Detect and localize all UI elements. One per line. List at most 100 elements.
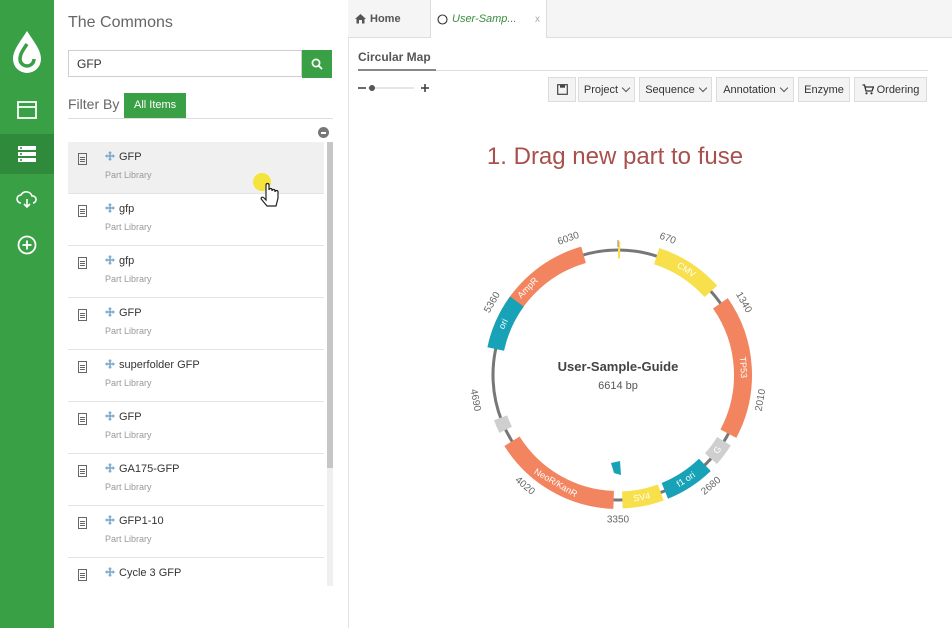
part-name: gfp bbox=[119, 255, 135, 267]
tab-bar: Home User-Samp... x bbox=[348, 0, 952, 38]
tick-label: 1340 bbox=[733, 290, 754, 315]
document-icon bbox=[78, 205, 87, 217]
divider bbox=[68, 118, 333, 119]
document-icon bbox=[78, 361, 87, 373]
document-icon bbox=[78, 153, 87, 165]
tab-label: User-Samp... bbox=[452, 13, 517, 25]
part-source: Part Library bbox=[105, 534, 152, 544]
part-source: Part Library bbox=[105, 326, 152, 336]
document-icon bbox=[78, 413, 87, 425]
panel-title: The Commons bbox=[68, 14, 173, 31]
map-title: Circular Map bbox=[358, 50, 431, 64]
feature-label: TP53 bbox=[738, 356, 749, 378]
part-name: Cycle 3 GFP bbox=[119, 567, 182, 579]
move-icon[interactable] bbox=[105, 567, 115, 577]
tab-user-sample[interactable]: User-Samp... x bbox=[430, 0, 547, 38]
move-icon[interactable] bbox=[105, 515, 115, 525]
move-icon[interactable] bbox=[105, 359, 115, 369]
part-source: Part Library bbox=[105, 482, 152, 492]
part-name: GFP bbox=[119, 411, 142, 423]
cloud-button[interactable] bbox=[0, 180, 54, 220]
divider bbox=[358, 70, 928, 71]
plus-circle-icon bbox=[17, 235, 37, 255]
document-icon bbox=[78, 569, 87, 581]
move-icon[interactable] bbox=[105, 411, 115, 421]
move-icon[interactable] bbox=[105, 255, 115, 265]
document-icon bbox=[78, 465, 87, 477]
part-source: Part Library bbox=[105, 222, 152, 232]
list-item[interactable]: GFP Part Library bbox=[68, 402, 324, 454]
ordering-button[interactable]: Ordering bbox=[854, 77, 927, 102]
cart-icon bbox=[862, 84, 874, 95]
move-icon[interactable] bbox=[105, 151, 115, 161]
enzyme-button[interactable]: Enzyme bbox=[798, 77, 850, 102]
ordering-label: Ordering bbox=[876, 83, 920, 96]
sequence-label: Sequence bbox=[645, 83, 695, 96]
results-scrollbar[interactable] bbox=[327, 142, 333, 586]
tab-close-button[interactable]: x bbox=[535, 14, 540, 25]
scroll-thumb[interactable] bbox=[327, 142, 333, 468]
window-icon bbox=[17, 101, 37, 119]
tick-label: 2010 bbox=[754, 388, 769, 412]
list-item[interactable]: superfolder GFP Part Library bbox=[68, 350, 324, 402]
part-name: GFP bbox=[119, 151, 142, 163]
browser-button[interactable] bbox=[0, 90, 54, 130]
search-input[interactable] bbox=[68, 50, 302, 77]
save-button[interactable] bbox=[548, 77, 576, 102]
main-area: Home User-Samp... x Circular Map Project… bbox=[348, 0, 952, 628]
tab-home[interactable]: Home bbox=[354, 0, 401, 37]
move-icon[interactable] bbox=[105, 463, 115, 473]
search-icon bbox=[311, 58, 323, 70]
part-name: superfolder GFP bbox=[119, 359, 200, 371]
search-button[interactable] bbox=[302, 50, 332, 78]
list-item[interactable]: GFP Part Library bbox=[68, 298, 324, 350]
hand-cursor-icon bbox=[253, 173, 279, 207]
commons-button[interactable] bbox=[0, 134, 54, 174]
filter-label: Filter By bbox=[68, 96, 120, 112]
document-icon bbox=[78, 517, 87, 529]
part-source: Part Library bbox=[105, 274, 152, 284]
server-list-icon bbox=[18, 146, 36, 162]
tick-label: 6030 bbox=[556, 230, 581, 248]
tab-home-label: Home bbox=[370, 12, 401, 25]
move-icon[interactable] bbox=[105, 307, 115, 317]
circle-icon bbox=[437, 13, 448, 25]
project-menu-button[interactable]: Project bbox=[578, 77, 635, 102]
cloud-download-icon bbox=[16, 191, 37, 209]
filter-all-items-button[interactable]: All Items bbox=[124, 93, 187, 118]
add-button[interactable] bbox=[0, 225, 54, 265]
part-source: Part Library bbox=[105, 430, 152, 440]
zoom-slider[interactable] bbox=[358, 82, 432, 94]
tick-label: 4690 bbox=[468, 388, 482, 412]
list-item[interactable]: GFP1-10 Part Library bbox=[68, 506, 324, 558]
leaf-drop-icon[interactable] bbox=[10, 30, 44, 76]
document-icon bbox=[78, 257, 87, 269]
home-icon bbox=[355, 14, 366, 24]
sequence-menu-button[interactable]: Sequence bbox=[639, 77, 712, 102]
plasmid-name: User-Sample-Guide bbox=[558, 359, 679, 374]
collapse-icon[interactable] bbox=[318, 127, 329, 138]
project-label: Project bbox=[583, 83, 619, 96]
move-icon[interactable] bbox=[105, 203, 115, 213]
tick-label: 670 bbox=[658, 231, 678, 247]
title-underline bbox=[358, 69, 436, 71]
part-source: Part Library bbox=[105, 170, 152, 180]
tick-label: 3350 bbox=[607, 515, 630, 526]
part-source: Part Library bbox=[105, 378, 152, 388]
feature-arc bbox=[493, 415, 512, 433]
plasmid-map[interactable]: AmpRCMVTP53Gf1 oriSV4NeoR/KanRori6030 670… bbox=[468, 225, 798, 535]
part-name: GFP bbox=[119, 307, 142, 319]
feature-marker bbox=[611, 461, 621, 475]
list-item[interactable]: GA175-GFP Part Library bbox=[68, 454, 324, 506]
plasmid-size: 6614 bp bbox=[598, 380, 638, 392]
list-item[interactable]: gfp Part Library bbox=[68, 246, 324, 298]
commons-panel: The Commons Filter By All Items GFP Part … bbox=[54, 0, 349, 628]
part-name: GFP1-10 bbox=[119, 515, 164, 527]
document-icon bbox=[78, 309, 87, 321]
annotation-label: Annotation bbox=[723, 83, 776, 96]
part-name: gfp bbox=[119, 203, 135, 215]
app-rail bbox=[0, 0, 54, 628]
annotation-menu-button[interactable]: Annotation bbox=[716, 77, 794, 102]
save-icon bbox=[556, 84, 568, 95]
list-item[interactable]: Cycle 3 GFPPart Library bbox=[68, 558, 324, 586]
